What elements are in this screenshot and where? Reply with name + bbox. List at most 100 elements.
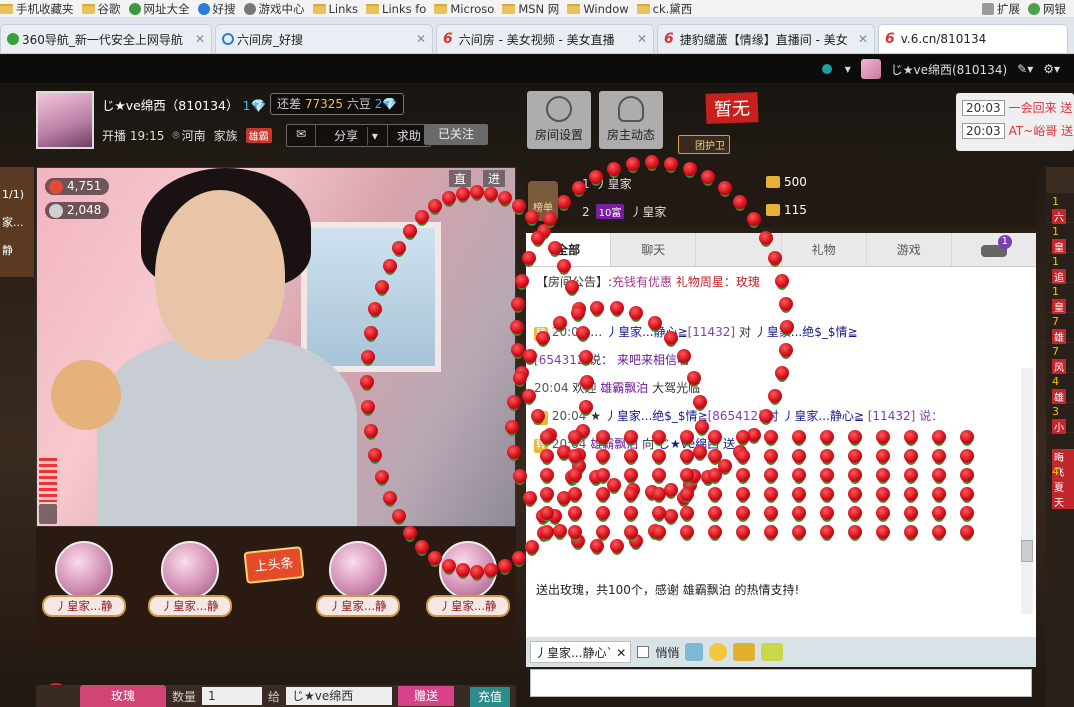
- bank-menu[interactable]: 网银: [1028, 1, 1066, 17]
- folder-icon: [636, 3, 650, 14]
- list-item[interactable]: 1皇: [1046, 283, 1074, 314]
- list-item[interactable]: 1六: [1046, 193, 1074, 224]
- bookmark-games[interactable]: 游戏中心: [243, 1, 305, 17]
- message-list: 转 20:04 … 丿皇家...静心≧[11432] 对 丿皇家...绝$_$情…: [526, 316, 1036, 458]
- gift-select[interactable]: 玫瑰: [80, 685, 166, 707]
- bookmark-daquan[interactable]: 网址大全: [128, 1, 190, 17]
- room-settings-button[interactable]: 房间设置: [527, 91, 591, 149]
- send-gift-button[interactable]: 赠送: [398, 686, 455, 706]
- list-item[interactable]: 7雄: [1046, 313, 1074, 344]
- gift-quantity-input[interactable]: 1: [202, 687, 263, 705]
- user-name[interactable]: じ★ve绵西(810134): [891, 61, 1007, 78]
- close-icon[interactable]: ✕: [858, 32, 868, 46]
- folder-icon: [567, 3, 581, 14]
- fan-item[interactable]: 丿皇家...静: [426, 541, 510, 617]
- tab-haosou[interactable]: 六间房_好搜 ✕: [215, 24, 433, 53]
- bookmark-links[interactable]: Links: [312, 2, 358, 16]
- image-icon[interactable]: [685, 643, 704, 661]
- extensions-menu[interactable]: 扩展: [982, 1, 1020, 17]
- chat-message: 转 20:04 ★ 丿皇家...绝$_$情≧[865412] 对 丿皇家...静…: [534, 409, 944, 425]
- mic-icon[interactable]: [39, 504, 57, 524]
- bookmark-haosou[interactable]: 好搜: [197, 1, 236, 17]
- tab-room[interactable]: 6 捷豹繾蘆【情缘】直播间 - 美女 ✕: [657, 24, 875, 53]
- share-button[interactable]: 分享 ▾: [316, 125, 388, 146]
- list-item[interactable]: 3小: [1046, 403, 1074, 434]
- list-item[interactable]: 1追: [1046, 253, 1074, 284]
- tab-gift[interactable]: 礼物: [782, 233, 867, 266]
- gift-recipient-select[interactable]: じ★ve绵西: [286, 687, 393, 705]
- secret-checkbox[interactable]: [637, 646, 650, 658]
- left-panel-edge[interactable]: 1/1) 家...静: [0, 167, 34, 277]
- dropdown-icon[interactable]: ▾: [845, 62, 851, 76]
- vip-icon[interactable]: [733, 643, 756, 661]
- gear-icon: [546, 96, 572, 122]
- bookmark-google[interactable]: 谷歌: [81, 1, 121, 17]
- video-tab[interactable]: 直: [449, 170, 472, 187]
- headline-button[interactable]: 上头条: [243, 546, 305, 584]
- guard-badge[interactable]: 团护卫: [678, 135, 730, 154]
- tab-6cn[interactable]: 6 六间房 - 美女视频 - 美女直播 ✕: [436, 24, 654, 53]
- streamer-body: [97, 338, 357, 526]
- globe-icon: [128, 2, 141, 15]
- tab-blank[interactable]: [696, 233, 782, 266]
- wealth-icon: [49, 179, 63, 194]
- bookmark-mobile[interactable]: 手机收藏夹: [0, 1, 74, 17]
- emoji-icon[interactable]: [709, 643, 728, 661]
- close-icon[interactable]: ✕: [195, 32, 205, 46]
- host-avatar[interactable]: [36, 91, 94, 149]
- location-icon: ⌾: [172, 128, 180, 142]
- video-player[interactable]: 4,751 2,048 直 进: [36, 167, 516, 527]
- host-feed-button[interactable]: 房主动态: [599, 91, 663, 149]
- search-icon: [197, 2, 210, 15]
- right-userlist: 1六 1皇 1追 1皇 7雄 7风 4雄 3小 晦飞 4 夏天: [1046, 167, 1074, 707]
- room-notice: 【房间公告】:充钱有优惠 礼物周星：玫瑰: [536, 275, 760, 289]
- tab-car[interactable]: 1: [952, 233, 1036, 266]
- avatar[interactable]: [860, 59, 881, 79]
- folder-icon: [0, 3, 13, 14]
- close-icon[interactable]: ✕: [416, 32, 426, 46]
- host-meta: 开播 19:15 ⌾ 河南 家族 雄霸: [102, 127, 272, 144]
- tab-current[interactable]: 6 v.6.cn/810134: [878, 24, 1068, 53]
- mail-icon[interactable]: ✉: [287, 125, 317, 146]
- gear-icon[interactable]: ⚙▾: [1043, 62, 1060, 76]
- video-tab[interactable]: 进: [483, 170, 506, 187]
- bookmark-msn[interactable]: MSN 网: [502, 1, 559, 17]
- guard-icon[interactable]: [761, 643, 784, 661]
- chat-message: 转 20:04 雄霸飘泊 向 じ★ve绵西 送: [534, 437, 735, 453]
- edit-icon[interactable]: ✎▾: [1017, 62, 1033, 76]
- list-item[interactable]: 晦飞: [1046, 433, 1074, 479]
- list-item[interactable]: 4 夏天: [1046, 463, 1074, 509]
- gift-thanks: 送出玫瑰，共100个，感谢 雄霸飘泊 的热情支持!: [536, 583, 800, 597]
- bookmark-windows[interactable]: Window: [567, 2, 629, 16]
- scrollbar-thumb[interactable]: [1021, 540, 1033, 562]
- family-badge[interactable]: 雄霸: [245, 128, 272, 143]
- bookmark-ck[interactable]: ck.黛西: [636, 1, 692, 17]
- status-banner: 暂无: [705, 92, 759, 124]
- tab-360[interactable]: 360导航_新一代安全上网导航 ✕: [0, 24, 212, 53]
- rank-row[interactable]: 1 丿皇家: [582, 175, 632, 192]
- rank-gap: 还差 77325 六豆 2💎: [270, 93, 405, 115]
- fan-item[interactable]: 丿皇家...静: [316, 541, 400, 617]
- recharge-button[interactable]: 充值: [470, 687, 510, 707]
- chat-input[interactable]: [530, 669, 1032, 697]
- list-item[interactable]: 7风: [1046, 343, 1074, 374]
- list-item[interactable]: 4雄: [1046, 373, 1074, 404]
- chat-message: 转 20:04 … 丿皇家...静心≧[11432] 对 丿皇家...绝$_$情…: [534, 325, 858, 341]
- close-icon[interactable]: ✕: [616, 646, 626, 660]
- list-item[interactable]: 1皇: [1046, 223, 1074, 254]
- close-icon[interactable]: ✕: [637, 32, 647, 46]
- tab-all[interactable]: 全部: [526, 233, 612, 266]
- ranking-button[interactable]: 榜单: [528, 181, 558, 221]
- fan-item[interactable]: 丿皇家...静: [42, 541, 126, 617]
- rank-row[interactable]: 2 10富 丿皇家: [582, 203, 666, 220]
- chat-scrollbar[interactable]: [1021, 368, 1033, 614]
- fan-item[interactable]: 丿皇家...静: [148, 541, 232, 617]
- tab-chat[interactable]: 聊天: [611, 233, 697, 266]
- follow-button[interactable]: 已关注: [424, 124, 488, 145]
- tab-game[interactable]: 游戏: [867, 233, 952, 266]
- bookmark-microsoft[interactable]: Microso: [434, 2, 494, 16]
- chat-tabs: 全部 聊天 礼物 游戏 1: [526, 233, 1036, 267]
- bookmark-linksfo[interactable]: Links fo: [366, 2, 426, 16]
- recipient-chip[interactable]: 丿皇家...静心` ✕: [530, 641, 632, 663]
- coin-icon: [766, 176, 780, 188]
